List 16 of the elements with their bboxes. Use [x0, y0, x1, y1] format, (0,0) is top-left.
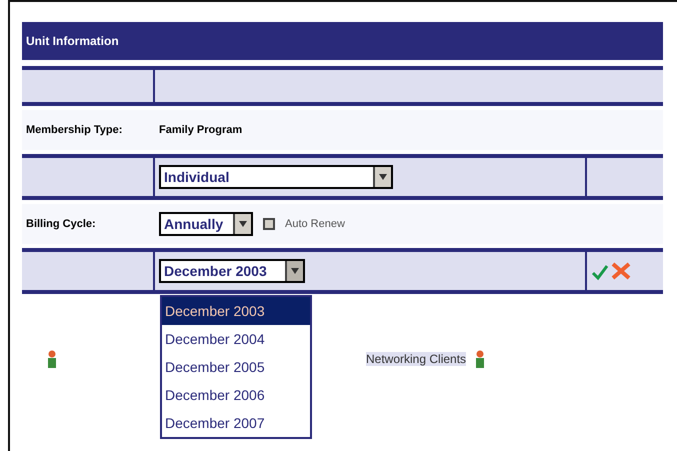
plan-select[interactable]: Individual [159, 165, 393, 189]
field-value: Family Program [159, 124, 242, 136]
field-label: Membership Type: [26, 124, 122, 136]
person-icon [474, 350, 486, 368]
caret-icon [239, 220, 247, 228]
billing-cycle-select[interactable]: Annually [159, 212, 253, 236]
person-icon [46, 350, 58, 368]
caret-icon [291, 267, 299, 275]
checkbox-label: Auto Renew [285, 218, 345, 230]
auto-renew-checkbox[interactable] [263, 218, 275, 230]
link[interactable]: Networking Clients [366, 352, 466, 366]
panel-title: Unit Information [22, 22, 663, 60]
dropdown-option[interactable]: December 2003 [162, 297, 310, 325]
field-label: Billing Cycle: [26, 218, 96, 230]
date-select[interactable]: December 2003 [159, 259, 305, 283]
caret-icon [379, 173, 387, 181]
